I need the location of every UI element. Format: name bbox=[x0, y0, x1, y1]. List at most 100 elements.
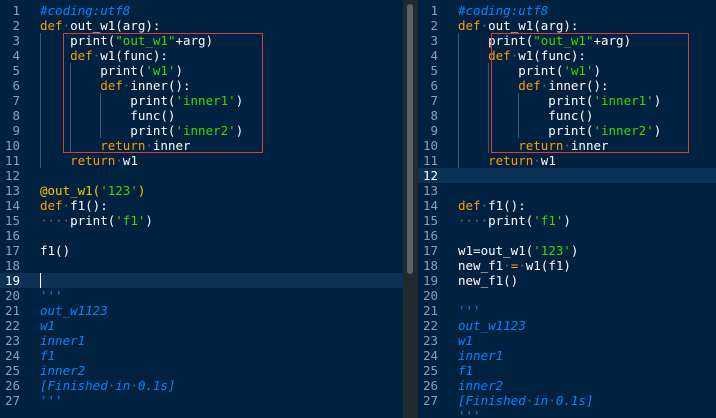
code-token: in bbox=[533, 393, 549, 408]
code-line[interactable]: [Finished·in·0.1s] bbox=[458, 393, 594, 408]
line-number: 20 bbox=[422, 288, 438, 303]
code-token: · bbox=[548, 393, 556, 408]
code-token: · bbox=[480, 198, 489, 213]
code-token: '123' bbox=[100, 183, 138, 198]
code-line[interactable]: ''' bbox=[458, 408, 481, 418]
code-token: inner1 bbox=[458, 348, 504, 363]
code-token: · bbox=[503, 258, 511, 273]
line-number: 1 bbox=[430, 3, 438, 18]
code-token: ) bbox=[563, 213, 571, 228]
code-token: [Finished bbox=[458, 393, 526, 408]
code-token: ''' bbox=[458, 408, 481, 418]
line-number: 13 bbox=[4, 183, 20, 198]
code-token: f1(): bbox=[488, 198, 526, 213]
code-token: 0.1s] bbox=[137, 378, 176, 393]
annotation-red-box bbox=[63, 33, 263, 153]
code-line[interactable]: new_f1() bbox=[458, 273, 518, 288]
code-token: #coding:utf8 bbox=[40, 3, 131, 18]
code-token: 'f1' bbox=[533, 213, 564, 228]
code-token: w1 bbox=[122, 153, 138, 168]
text-cursor bbox=[40, 273, 41, 288]
code-token: ''' bbox=[40, 288, 63, 303]
code-token: · bbox=[130, 378, 138, 393]
code-line[interactable]: return·w1 bbox=[458, 153, 556, 168]
code-token: print( bbox=[70, 213, 116, 228]
line-number: 16 bbox=[4, 228, 20, 243]
code-token: f1() bbox=[40, 243, 71, 258]
code-line[interactable]: ····print('f1') bbox=[458, 213, 571, 228]
scrollbar-thumb[interactable] bbox=[407, 4, 413, 274]
line-number: 6 bbox=[430, 78, 438, 93]
line-number: 19 bbox=[422, 273, 438, 288]
line-number: 10 bbox=[4, 138, 20, 153]
code-line[interactable]: @out_w1('123') bbox=[40, 183, 145, 198]
code-line[interactable]: inner1 bbox=[458, 348, 503, 363]
code-line[interactable]: #coding:utf8 bbox=[458, 3, 548, 18]
line-number: 7 bbox=[430, 93, 438, 108]
code-token: · bbox=[115, 153, 123, 168]
code-token: @out_w1( bbox=[40, 183, 101, 198]
line-number: 24 bbox=[4, 348, 20, 363]
line-number: 24 bbox=[422, 348, 438, 363]
code-token: · bbox=[480, 18, 489, 33]
code-line[interactable]: def·out_w1(arg): bbox=[458, 18, 578, 33]
code-line[interactable]: out_w1123 bbox=[458, 318, 526, 333]
line-number: 17 bbox=[422, 243, 438, 258]
code-line[interactable]: inner1 bbox=[40, 333, 85, 348]
active-line-highlight bbox=[0, 273, 403, 288]
code-line[interactable]: w1=out_w1('123') bbox=[458, 243, 578, 258]
code-token: new_f1 bbox=[458, 258, 504, 273]
code-line[interactable]: f1 bbox=[40, 348, 55, 363]
code-token: [Finished bbox=[40, 378, 108, 393]
code-token: 'f1' bbox=[115, 213, 146, 228]
line-number: 15 bbox=[4, 213, 20, 228]
code-line[interactable]: ''' bbox=[40, 288, 63, 303]
line-number: 18 bbox=[4, 258, 20, 273]
code-line[interactable]: def·f1(): bbox=[458, 198, 526, 213]
code-line[interactable]: f1() bbox=[40, 243, 70, 258]
line-number: 23 bbox=[4, 333, 20, 348]
code-line[interactable]: new_f1·=·w1(f1) bbox=[458, 258, 571, 273]
code-line[interactable]: ''' bbox=[40, 393, 63, 408]
code-token: w1 bbox=[40, 318, 56, 333]
code-line[interactable]: [Finished·in·0.1s] bbox=[40, 378, 176, 393]
annotation-red-box bbox=[491, 33, 689, 153]
code-line[interactable]: inner2 bbox=[40, 363, 85, 378]
editor-scrollbar[interactable] bbox=[403, 0, 418, 418]
code-line[interactable]: w1 bbox=[40, 318, 55, 333]
code-line[interactable]: f1 bbox=[458, 363, 473, 378]
line-number: 3 bbox=[12, 33, 20, 48]
code-line[interactable]: inner2 bbox=[458, 378, 503, 393]
code-token: out_w1123 bbox=[458, 318, 526, 333]
line-number: 21 bbox=[4, 303, 20, 318]
code-line[interactable]: ''' bbox=[458, 303, 481, 318]
code-token: f1 bbox=[458, 363, 474, 378]
code-line[interactable]: out_w1123 bbox=[40, 303, 108, 318]
editor-pane-right[interactable]: 1 2 3 4 5 6 7 8 9 10 11 12 13 14 15 16 17 18 19 20 21 22 23 24 2… bbox=[418, 0, 716, 418]
code-line[interactable]: return·w1 bbox=[40, 153, 138, 168]
code-token: ) bbox=[570, 243, 579, 258]
code-line[interactable]: def·f1(): bbox=[40, 198, 108, 213]
code-token: (arg): bbox=[115, 18, 161, 33]
line-number: 21 bbox=[422, 303, 438, 318]
code-line[interactable]: #coding:utf8 bbox=[40, 3, 130, 18]
code-token: return bbox=[70, 153, 116, 168]
line-number: 10 bbox=[422, 138, 438, 153]
line-number: 27 bbox=[4, 393, 20, 408]
line-number: 22 bbox=[422, 318, 438, 333]
code-line[interactable]: def·out_w1(arg): bbox=[40, 18, 160, 33]
editor-pane-left[interactable]: 1 2 3 4 5 6 7 8 9 10 11 12 13 14 15 16 17 18 19 20 21 22 23 24 2… bbox=[0, 0, 403, 418]
line-number: 5 bbox=[430, 63, 438, 78]
line-number: 3 bbox=[430, 33, 438, 48]
line-number: 13 bbox=[422, 183, 438, 198]
code-token: def bbox=[40, 18, 63, 33]
line-number: 2 bbox=[430, 18, 438, 33]
line-number: 4 bbox=[430, 48, 438, 63]
code-line[interactable]: w1 bbox=[458, 333, 473, 348]
line-number: 2 bbox=[12, 18, 20, 33]
code-line[interactable]: ····print('f1') bbox=[40, 213, 153, 228]
line-number: 16 bbox=[422, 228, 438, 243]
line-number: 11 bbox=[4, 153, 20, 168]
